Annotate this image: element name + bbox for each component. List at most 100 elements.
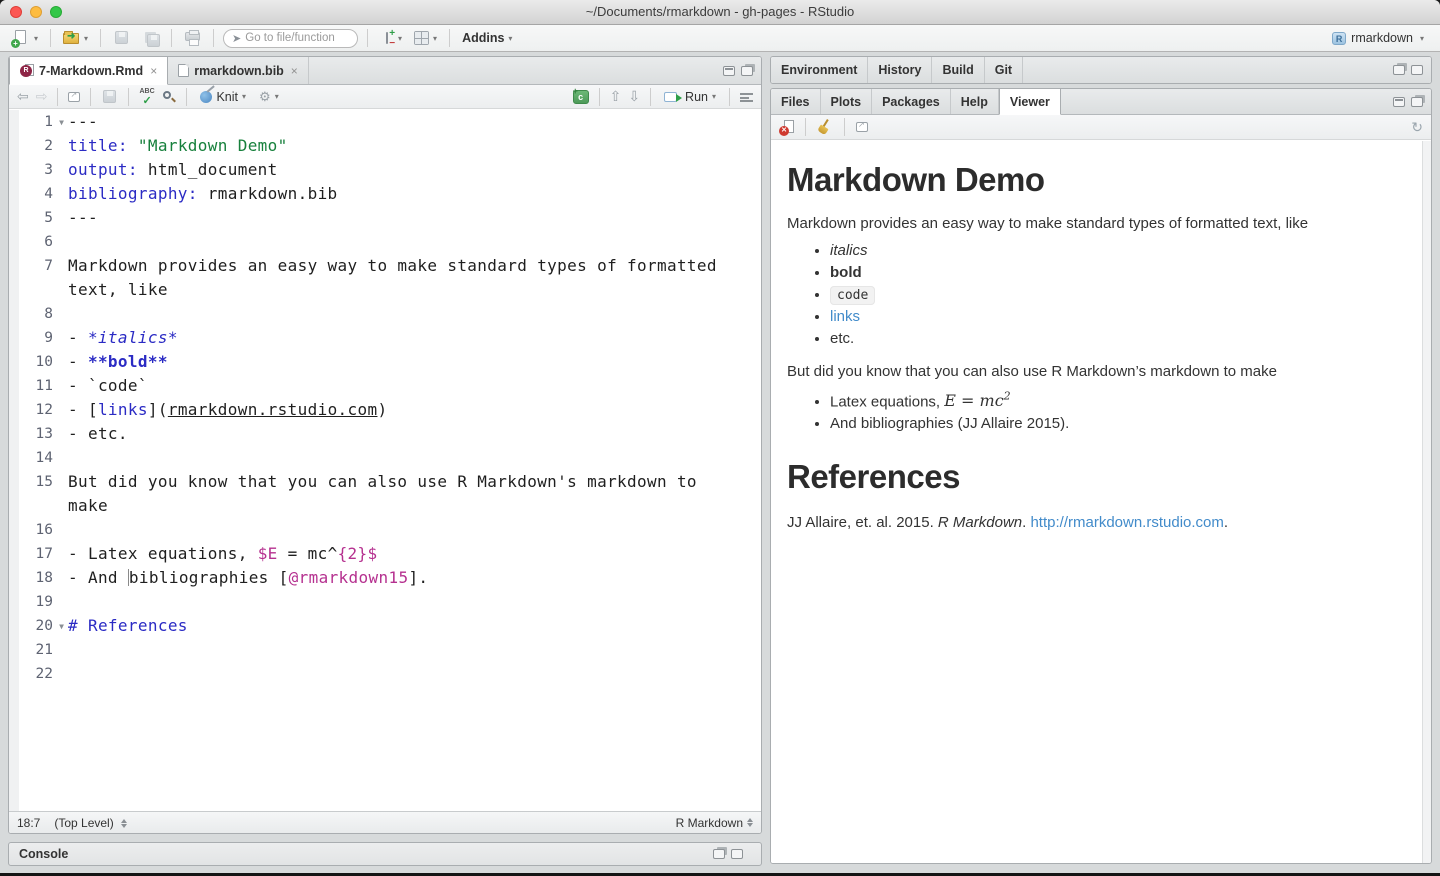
line-number: 3	[9, 158, 55, 182]
fold-gutter	[55, 398, 68, 422]
restore-pane-icon[interactable]	[713, 849, 725, 859]
spellcheck-icon[interactable]: ABC✓	[139, 89, 155, 104]
find-replace-icon[interactable]	[162, 90, 176, 104]
code-line: 14	[9, 446, 761, 470]
code-line: 2title: "Markdown Demo"	[9, 134, 761, 158]
close-tab-icon[interactable]: ×	[150, 64, 157, 78]
chevron-down-icon: ▾	[242, 92, 246, 101]
workspace-panes-button[interactable]: ▾	[411, 29, 440, 47]
version-control-button[interactable]: +− ▾	[377, 28, 405, 48]
chevron-down-icon: ▾	[508, 34, 512, 43]
file-type-selector[interactable]: R Markdown	[676, 816, 753, 830]
minimize-pane-icon[interactable]	[1393, 97, 1405, 107]
viewer-content: Markdown Demo Markdown provides an easy …	[771, 141, 1422, 863]
line-number: 2	[9, 134, 55, 158]
code-line: 15But did you know that you can also use…	[9, 470, 761, 494]
fold-gutter	[55, 662, 68, 686]
fold-gutter	[55, 422, 68, 446]
goto-file-input[interactable]	[245, 32, 345, 44]
clear-viewer-icon[interactable]: ✕	[779, 120, 794, 135]
project-selector[interactable]: R rmarkdown ▾	[1326, 29, 1430, 47]
line-number	[9, 494, 55, 518]
fold-arrow-icon[interactable]: ▼	[55, 110, 68, 134]
line-number: 10	[9, 350, 55, 374]
goto-file-search[interactable]: ➤	[223, 29, 358, 48]
scope-selector[interactable]: (Top Level)	[54, 816, 127, 830]
save-icon	[113, 30, 130, 46]
maximize-pane-icon[interactable]	[1411, 65, 1423, 75]
minimize-pane-icon[interactable]	[723, 66, 735, 76]
close-tab-icon[interactable]: ×	[291, 64, 298, 78]
maximize-pane-icon[interactable]	[1411, 97, 1423, 107]
code-line: 18- And bibliographies [@rmarkdown15].	[9, 566, 761, 590]
back-icon[interactable]: ⇦	[17, 88, 29, 105]
open-file-button[interactable]: ➜ ▾	[60, 28, 91, 48]
links-link[interactable]: links	[830, 308, 1402, 325]
knit-settings-button[interactable]: ⚙ ▾	[256, 87, 282, 107]
code-line: 11- `code`	[9, 374, 761, 398]
save-button[interactable]	[110, 28, 133, 48]
fold-gutter	[55, 374, 68, 398]
tab-environment[interactable]: Environment	[771, 57, 868, 83]
clear-all-broom-icon[interactable]	[816, 118, 834, 136]
addins-button[interactable]: Addins ▾	[459, 29, 515, 47]
tab-files[interactable]: Files	[771, 89, 821, 114]
line-number: 8	[9, 302, 55, 326]
project-icon: R	[1332, 32, 1346, 45]
fold-gutter	[55, 182, 68, 206]
editor-tab[interactable]: R7-Markdown.Rmd×	[9, 57, 168, 85]
code-line: 12- [links](rmarkdown.rstudio.com)	[9, 398, 761, 422]
run-next-chunk-icon[interactable]: ⇩	[628, 88, 640, 105]
tab-history[interactable]: History	[868, 57, 932, 83]
code-line: 22	[9, 662, 761, 686]
tab-plots[interactable]: Plots	[821, 89, 873, 114]
list-item: italics	[830, 242, 1402, 259]
code-editor[interactable]: 1▼---2title: "Markdown Demo"3output: htm…	[9, 110, 761, 811]
citation-link[interactable]: http://rmarkdown.rstudio.com	[1030, 514, 1223, 531]
tab-packages[interactable]: Packages	[872, 89, 951, 114]
code-line: 17- Latex equations, $E = mc^{2}$	[9, 542, 761, 566]
code-line: 13- etc.	[9, 422, 761, 446]
tab-label: 7-Markdown.Rmd	[39, 64, 143, 78]
console-title: Console	[19, 847, 68, 861]
open-in-new-window-icon[interactable]	[856, 122, 868, 132]
maximize-pane-icon[interactable]	[731, 849, 743, 859]
code-line: 6	[9, 230, 761, 254]
editor-tab[interactable]: rmarkdown.bib×	[168, 57, 309, 84]
tab-help[interactable]: Help	[951, 89, 999, 114]
code-line: 5---	[9, 206, 761, 230]
code-line: make	[9, 494, 761, 518]
document-outline-icon[interactable]	[740, 93, 753, 102]
print-button[interactable]	[181, 28, 204, 48]
open-in-new-window-icon[interactable]	[68, 92, 80, 102]
run-button[interactable]: Run ▾	[661, 88, 719, 106]
fold-gutter	[55, 278, 68, 302]
viewer-format-list: italicsboldcodelinksetc.	[787, 242, 1402, 347]
knit-button[interactable]: Knit ▾	[197, 88, 249, 106]
chevron-down-icon: ▾	[398, 34, 402, 43]
fold-gutter	[55, 566, 68, 590]
restore-pane-icon[interactable]	[1393, 65, 1405, 75]
tab-git[interactable]: Git	[985, 57, 1023, 83]
forward-icon[interactable]: ⇨	[36, 88, 48, 105]
save-icon[interactable]	[101, 89, 118, 105]
line-number: 6	[9, 230, 55, 254]
fold-arrow-icon[interactable]: ▼	[55, 614, 68, 638]
fold-gutter	[55, 470, 68, 494]
editor-toolbar: ⇦ ⇨ ABC✓ Knit ▾ ⚙ ▾ c ⇧ ⇩	[9, 85, 761, 109]
insert-chunk-icon[interactable]: c	[573, 90, 589, 104]
fold-gutter	[55, 446, 68, 470]
line-number: 14	[9, 446, 55, 470]
refresh-icon[interactable]: ↻	[1411, 119, 1423, 136]
run-previous-chunks-icon[interactable]: ⇧	[610, 88, 622, 105]
tab-viewer[interactable]: Viewer	[999, 89, 1061, 115]
new-file-button[interactable]: + ▾	[10, 28, 41, 48]
code-line: text, like	[9, 278, 761, 302]
maximize-pane-icon[interactable]	[741, 66, 753, 76]
gear-icon: ⚙	[259, 89, 271, 105]
viewer-scrollbar[interactable]	[1422, 141, 1431, 863]
fold-gutter	[55, 542, 68, 566]
save-all-button[interactable]	[139, 28, 162, 48]
editor-tabbar: R7-Markdown.Rmd×rmarkdown.bib×	[9, 57, 761, 85]
tab-build[interactable]: Build	[932, 57, 984, 83]
